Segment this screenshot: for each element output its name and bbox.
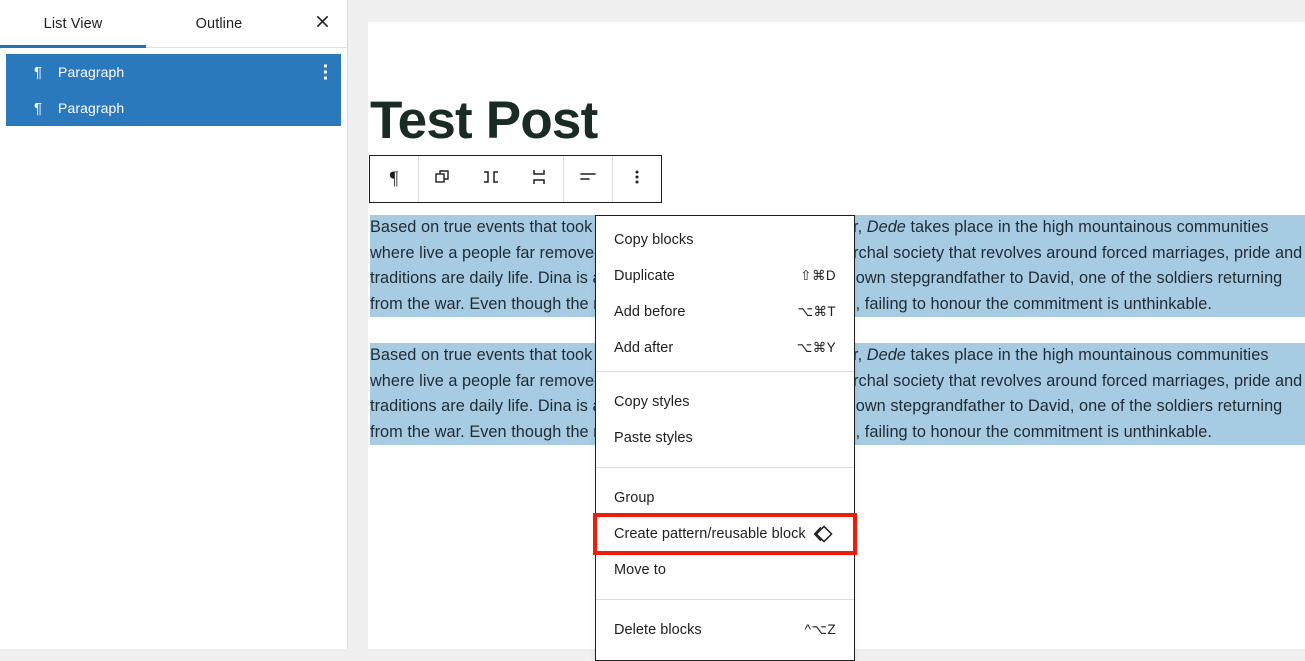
block-options-menu: Copy blocks Duplicate ⇧⌘D Add before ⌥⌘T… [593,215,857,661]
menu-item-label: Duplicate [614,268,675,284]
menu-section: Copy styles Paste styles [596,372,854,468]
menu-section: Group Create pattern/reusable block Move… [593,468,857,600]
toolbar-group-arrange [419,156,564,202]
pilcrow-icon: ¶ [33,99,43,117]
menu-item-label: Add after [614,340,674,356]
menu-item-group[interactable]: Group [596,480,854,516]
menu-item-create-pattern[interactable]: Create pattern/reusable block [593,513,857,555]
close-list-view-button[interactable] [305,7,339,41]
pilcrow-icon: ¶ [389,168,399,189]
menu-item-shortcut: ⌥⌘Y [796,340,836,355]
list-item[interactable]: ¶ Paragraph [6,90,341,126]
copy-blocks-icon [433,167,453,192]
block-list: ¶ Paragraph ¶ Paragraph [0,48,347,126]
justify-horizontal-icon [481,167,501,192]
list-item-label: Paragraph [58,100,125,116]
menu-item-label: Group [614,490,655,506]
menu-section: Delete blocks ^⌥Z [596,600,854,660]
paragraph-text-italic: Dede [866,218,906,236]
menu-item-shortcut: ^⌥Z [804,622,836,637]
tab-list-view[interactable]: List View [0,0,146,48]
menu-item-label: Move to [614,562,666,578]
justify-horizontal-button[interactable] [467,156,515,202]
toolbar-group-more [613,156,661,202]
menu-item-copy-styles[interactable]: Copy styles [596,384,854,420]
menu-item-label: Copy blocks [614,232,694,248]
menu-item-shortcut: ⌥⌘T [797,304,836,319]
toolbar-group-align [564,156,613,202]
menu-item-add-after[interactable]: Add after ⌥⌘Y [596,330,854,366]
kebab-icon [627,167,647,192]
menu-item-label: Delete blocks [614,622,702,638]
paragraph-text-italic: Dede [866,346,906,364]
paragraph-block-type-button[interactable]: ¶ [370,156,418,202]
pilcrow-icon: ¶ [33,63,43,81]
block-toolbar: ¶ [369,155,662,203]
list-item-options-kebab-icon[interactable] [324,64,327,80]
tab-outline[interactable]: Outline [146,0,292,47]
panel-tab-bar: List View Outline [0,0,347,48]
tab-list-view-label: List View [43,15,103,32]
menu-item-label: Copy styles [614,394,690,410]
menu-section: Copy blocks Duplicate ⇧⌘D Add before ⌥⌘T… [596,216,854,372]
toolbar-group-blocktype: ¶ [370,156,419,202]
menu-item-copy-blocks[interactable]: Copy blocks [596,222,854,258]
align-text-button[interactable] [564,156,612,202]
justify-vertical-icon [529,167,549,192]
menu-item-label: Paste styles [614,430,693,446]
menu-item-move-to[interactable]: Move to [596,552,854,588]
app-root: List View Outline ¶ Paragraph ¶ Paragrap… [0,0,1305,661]
menu-item-label: Create pattern/reusable block [614,526,806,542]
menu-item-shortcut: ⇧⌘D [800,268,836,283]
page-title[interactable]: Test Post [370,94,598,147]
close-icon [315,14,330,34]
menu-item-duplicate[interactable]: Duplicate ⇧⌘D [596,258,854,294]
tab-outline-label: Outline [195,15,243,32]
menu-item-add-before[interactable]: Add before ⌥⌘T [596,294,854,330]
reusable-block-icon [812,523,836,545]
menu-item-label: Add before [614,304,686,320]
menu-item-delete-blocks[interactable]: Delete blocks ^⌥Z [596,612,854,648]
align-left-icon [578,167,598,192]
justify-vertical-button[interactable] [515,156,563,202]
list-item-label: Paragraph [58,64,125,80]
list-view-panel: List View Outline ¶ Paragraph ¶ Paragrap… [0,0,348,649]
copy-blocks-button[interactable] [419,156,467,202]
menu-item-paste-styles[interactable]: Paste styles [596,420,854,456]
list-item[interactable]: ¶ Paragraph [6,54,341,90]
block-options-button[interactable] [613,156,661,202]
